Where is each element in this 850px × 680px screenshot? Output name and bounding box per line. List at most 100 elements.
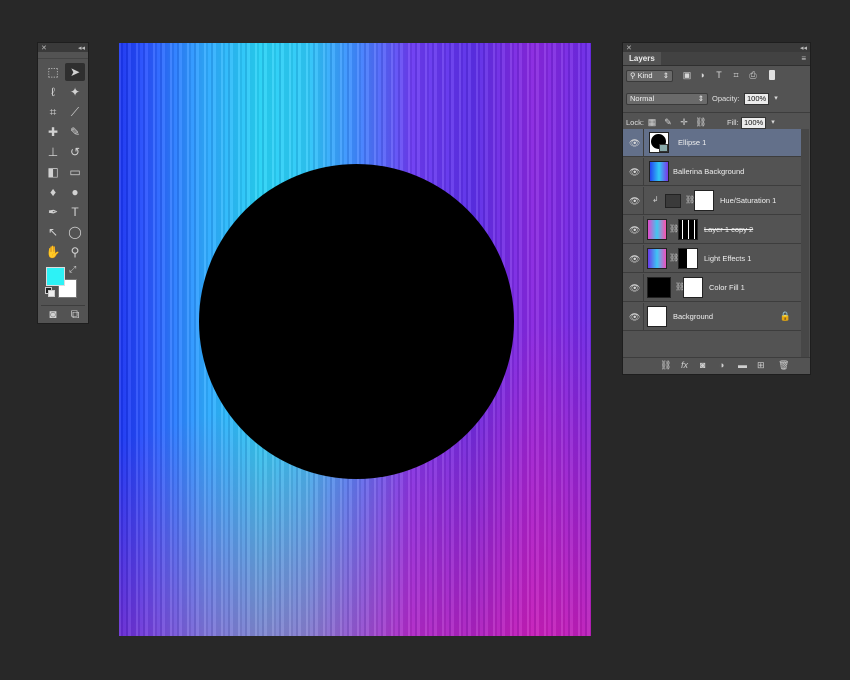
eraser-tool-icon[interactable]: ◧ [43,163,63,181]
clipping-mask-icon: ↲ [652,195,659,204]
layer-name: Background [673,312,714,321]
layer-name: Ellipse 1 [678,138,707,147]
layers-panel: ✕ ◂◂ Layers ≡ ⚲ Kind ⇕ ▣ ◑ T ⌗ ⎙ Normal … [622,42,811,375]
layer-row-background[interactable]: 👁 Background 🔒 [623,303,801,331]
dodge-tool-icon[interactable]: ● [65,183,85,201]
eye-icon[interactable]: 👁 [629,254,640,265]
blur-tool-icon[interactable]: ♦ [43,183,63,201]
link-layers-icon[interactable]: ⛓ [660,360,671,371]
lock-pixels-icon[interactable]: ✎ [663,117,673,127]
zoom-tool-icon[interactable]: ⚲ [65,243,85,261]
lock-all-icon[interactable]: ⛓ [695,117,706,127]
fill-dropdown-icon[interactable]: ▾ [768,118,778,128]
ellipse-tool-icon[interactable]: ◯ [65,223,85,241]
layer-name: Light Effects 1 [704,254,752,263]
type-tool-icon[interactable]: T [65,203,85,221]
crop-tool-icon[interactable]: ⌗ [43,103,63,121]
screen-mode-icon[interactable]: ⧉ [65,305,85,323]
path-selection-tool-icon[interactable]: ➤ [65,63,85,81]
layer-mask-thumbnail [683,277,703,298]
lasso-tool-icon[interactable]: ℓ [43,83,63,101]
new-layer-icon[interactable]: ⊞ [757,360,765,371]
filter-row: ⚲ Kind ⇕ ▣ ◑ T ⌗ ⎙ [623,66,810,86]
foreground-color-swatch[interactable] [46,267,65,286]
new-group-icon[interactable]: ▬ [738,360,747,370]
eye-icon[interactable]: 👁 [629,283,640,294]
filter-pixel-icon[interactable]: ▣ [682,70,692,80]
chevron-down-icon: ⇕ [697,94,704,103]
direct-selection-tool-icon[interactable]: ↖ [43,223,63,241]
panel-tab-row: Layers ≡ [623,52,810,66]
layers-panel-titlebar: ✕ ◂◂ [623,43,810,52]
fill-thumbnail [647,277,671,298]
blend-mode-select[interactable]: Normal ⇕ [626,93,708,105]
search-icon: ⚲ [630,71,636,80]
layer-thumbnail [649,132,669,153]
magic-wand-tool-icon[interactable]: ✦ [65,83,85,101]
adjustment-icon [665,194,681,208]
lock-transparent-icon[interactable]: ▦ [647,117,657,127]
tab-layers[interactable]: Layers [623,52,661,65]
ellipse-shape[interactable] [199,164,514,479]
panel-grip[interactable] [38,52,88,59]
eye-icon[interactable]: 👁 [629,196,640,207]
collapse-icon[interactable]: ◂◂ [800,44,807,52]
filter-smart-object-icon[interactable]: ⎙ [748,70,758,80]
panel-menu-icon[interactable]: ≡ [801,54,806,63]
pen-tool-icon[interactable]: ✒ [43,203,63,221]
layer-thumbnail [647,248,667,269]
layer-row-light-effects-1[interactable]: 👁 ⛓ Light Effects 1 [623,245,801,273]
fx-icon[interactable]: fx [681,360,688,370]
eyedropper-tool-icon[interactable]: ⟋ [65,103,85,121]
filter-shape-icon[interactable]: ⌗ [731,70,741,80]
brush-tool-icon[interactable]: ✎ [65,123,85,141]
filter-adjustment-icon[interactable]: ◑ [697,70,707,80]
lock-label: Lock: [626,118,644,127]
healing-brush-tool-icon[interactable]: ✚ [43,123,63,141]
document-canvas[interactable] [119,43,591,636]
opacity-field[interactable]: 100% [744,93,769,105]
layer-thumbnail [649,161,669,182]
eye-icon[interactable]: 👁 [629,312,640,323]
lock-icon: 🔒 [779,311,791,321]
trash-icon[interactable]: 🗑 [778,360,789,371]
layer-name: Layer 1 copy 2 [704,225,754,234]
opacity-label: Opacity: [712,94,740,103]
layer-row-ellipse-1[interactable]: 👁 Ellipse 1 [623,129,801,157]
layer-name: Color Fill 1 [709,283,745,292]
layer-row-layer-1-copy-2[interactable]: 👁 ⛓ Layer 1 copy 2 [623,216,801,244]
eye-icon[interactable]: 👁 [629,225,640,236]
opacity-dropdown-icon[interactable]: ▾ [771,94,781,104]
fill-field[interactable]: 100% [741,117,766,129]
filter-toggle-icon[interactable] [769,70,775,80]
filter-kind-select[interactable]: ⚲ Kind ⇕ [626,70,673,82]
collapse-icon[interactable]: ◂◂ [78,44,85,52]
tools-panel: ✕ ◂◂ ⬚ ➤ ℓ ✦ ⌗ ⟋ ✚ ✎ ⊥ ↺ ◧ ▭ ♦ ● ✒ T ↖ ◯… [37,42,89,324]
clone-stamp-tool-icon[interactable]: ⊥ [43,143,63,161]
close-icon[interactable]: ✕ [41,44,47,52]
add-mask-icon[interactable]: ◙ [700,360,705,370]
layer-row-hue-saturation-1[interactable]: 👁 ↲ ⛓ Hue/Saturation 1 [623,187,801,215]
layer-row-color-fill-1[interactable]: 👁 ⛓ Color Fill 1 [623,274,801,302]
eye-icon[interactable]: 👁 [629,167,640,178]
quick-mask-icon[interactable]: ◙ [43,305,63,323]
layer-thumbnail [647,219,667,240]
default-colors-icon[interactable] [45,287,55,297]
gradient-tool-icon[interactable]: ▭ [65,163,85,181]
eye-icon[interactable]: 👁 [629,138,640,149]
layer-mask-thumbnail [678,248,698,269]
hand-tool-icon[interactable]: ✋ [43,243,63,261]
layers-bottom-toolbar: ⛓ fx ◙ ◑ ▬ ⊞ 🗑 [623,357,810,374]
filter-kind-label: Kind [637,71,653,80]
close-icon[interactable]: ✕ [626,44,632,52]
layer-row-ballerina-background[interactable]: 👁 Ballerina Background [623,158,801,186]
history-brush-tool-icon[interactable]: ↺ [65,143,85,161]
filter-type-icon[interactable]: T [714,70,724,80]
swap-colors-icon[interactable]: ⤢ [69,264,76,275]
rect-marquee-tool-icon[interactable]: ⬚ [43,63,63,81]
layers-scrollbar[interactable] [801,129,809,360]
lock-position-icon[interactable]: ✛ [679,117,689,127]
tools-panel-titlebar: ✕ ◂◂ [38,43,88,52]
layer-thumbnail [647,306,667,327]
adjustment-layer-icon[interactable]: ◑ [719,360,724,370]
